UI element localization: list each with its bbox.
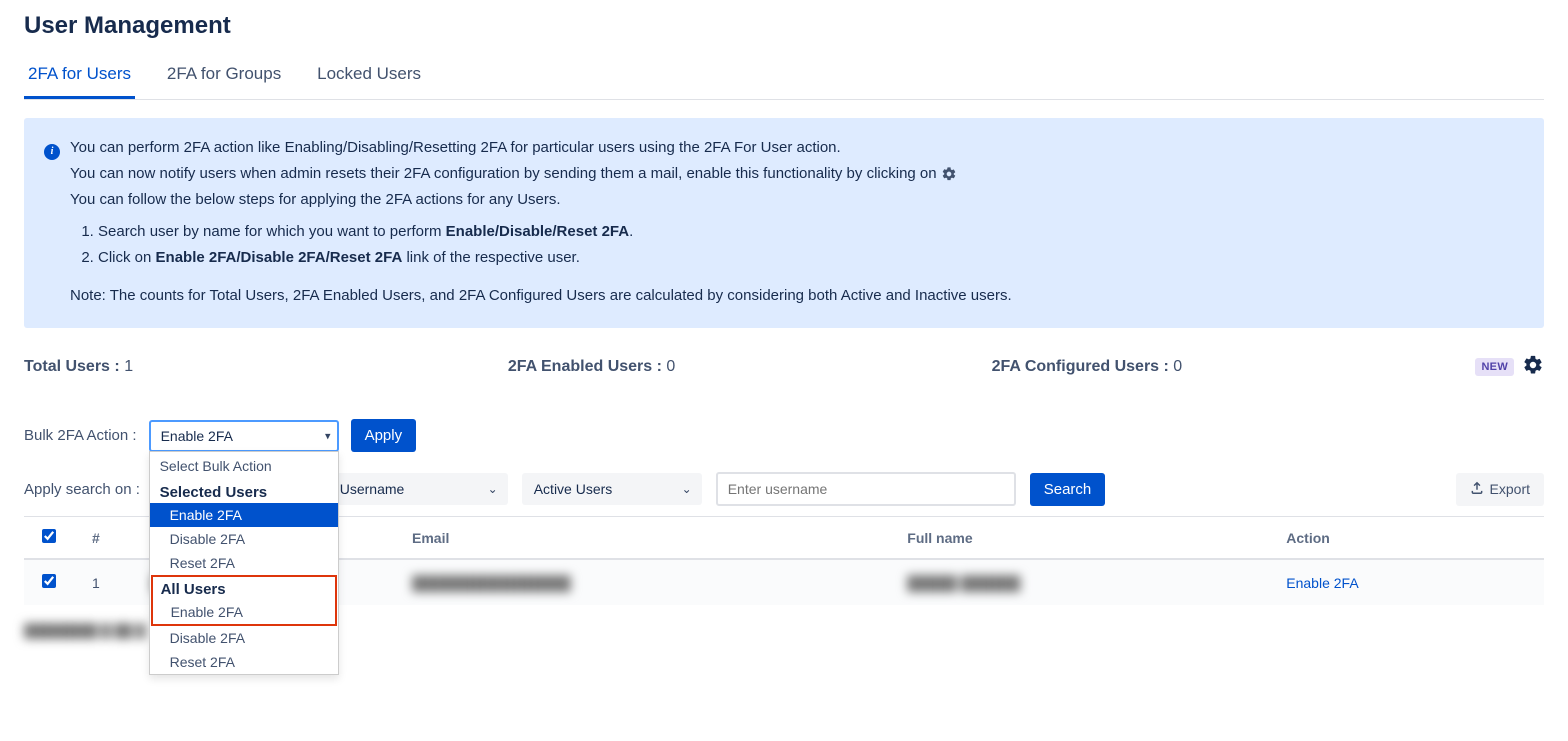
enable-2fa-link[interactable]: Enable 2FA — [1286, 575, 1358, 591]
select-all-checkbox[interactable] — [42, 529, 56, 543]
stats-row: Total Users : 1 2FA Enabled Users : 0 2F… — [24, 354, 1544, 379]
username-input[interactable] — [716, 472, 1016, 506]
info-steps: Search user by name for which you want t… — [98, 220, 1012, 270]
settings-gear-icon[interactable] — [1522, 354, 1544, 379]
tab-2fa-groups[interactable]: 2FA for Groups — [163, 56, 285, 99]
export-icon — [1470, 481, 1484, 498]
new-badge: NEW — [1475, 358, 1514, 376]
stat-configured: 2FA Configured Users : 0 — [992, 358, 1476, 376]
column-email: Email — [394, 517, 889, 560]
gear-icon[interactable] — [941, 166, 957, 182]
column-number: # — [74, 517, 134, 560]
info-step-1: Search user by name for which you want t… — [98, 220, 1012, 244]
bulk-action-label: Bulk 2FA Action : — [24, 427, 137, 444]
dropdown-item-all-disable[interactable]: Disable 2FA — [150, 626, 338, 650]
info-line-3: You can follow the below steps for apply… — [70, 188, 1012, 212]
info-icon: i — [44, 144, 60, 160]
row-number: 1 — [74, 559, 134, 605]
tab-locked-users[interactable]: Locked Users — [313, 56, 425, 99]
dropdown-title: Select Bulk Action — [150, 452, 338, 480]
bulk-action-select[interactable]: Enable 2FA — [149, 420, 339, 452]
tabs: 2FA for Users 2FA for Groups Locked User… — [24, 56, 1544, 100]
dropdown-group-all-users: All Users — [153, 577, 335, 600]
info-note: Note: The counts for Total Users, 2FA En… — [70, 284, 1012, 308]
stat-enabled: 2FA Enabled Users : 0 — [508, 358, 992, 376]
tab-2fa-users[interactable]: 2FA for Users — [24, 56, 135, 99]
row-fullname: █████ ██████ — [907, 575, 1020, 591]
column-action: Action — [1268, 517, 1544, 560]
stat-total: Total Users : 1 — [24, 358, 508, 376]
info-line-2: You can now notify users when admin rese… — [70, 162, 1012, 186]
export-button[interactable]: Export — [1456, 473, 1544, 506]
dropdown-group-selected-users: Selected Users — [150, 480, 338, 503]
bulk-action-row: Bulk 2FA Action : Enable 2FA ▾ Select Bu… — [24, 419, 1544, 452]
row-checkbox[interactable] — [42, 574, 56, 588]
dropdown-item-selected-enable[interactable]: Enable 2FA — [150, 503, 338, 527]
dropdown-item-selected-reset[interactable]: Reset 2FA — [150, 551, 338, 575]
status-select[interactable]: Active Users — [522, 473, 702, 505]
search-button[interactable]: Search — [1030, 473, 1106, 506]
row-email: ████████████████ — [412, 575, 571, 591]
dropdown-item-all-reset[interactable]: Reset 2FA — [150, 650, 338, 674]
bulk-action-dropdown: Select Bulk Action Selected Users Enable… — [149, 451, 339, 675]
dropdown-item-selected-disable[interactable]: Disable 2FA — [150, 527, 338, 551]
apply-search-label: Apply search on : — [24, 481, 154, 498]
page-title: User Management — [24, 12, 1544, 40]
dropdown-item-all-enable[interactable]: Enable 2FA — [153, 600, 335, 624]
apply-button[interactable]: Apply — [351, 419, 417, 452]
info-line-1: You can perform 2FA action like Enabling… — [70, 136, 1012, 160]
info-panel: i You can perform 2FA action like Enabli… — [24, 118, 1544, 328]
column-fullname: Full name — [889, 517, 1268, 560]
info-step-2: Click on Enable 2FA/Disable 2FA/Reset 2F… — [98, 246, 1012, 270]
based-on-select[interactable]: Username — [328, 473, 508, 505]
